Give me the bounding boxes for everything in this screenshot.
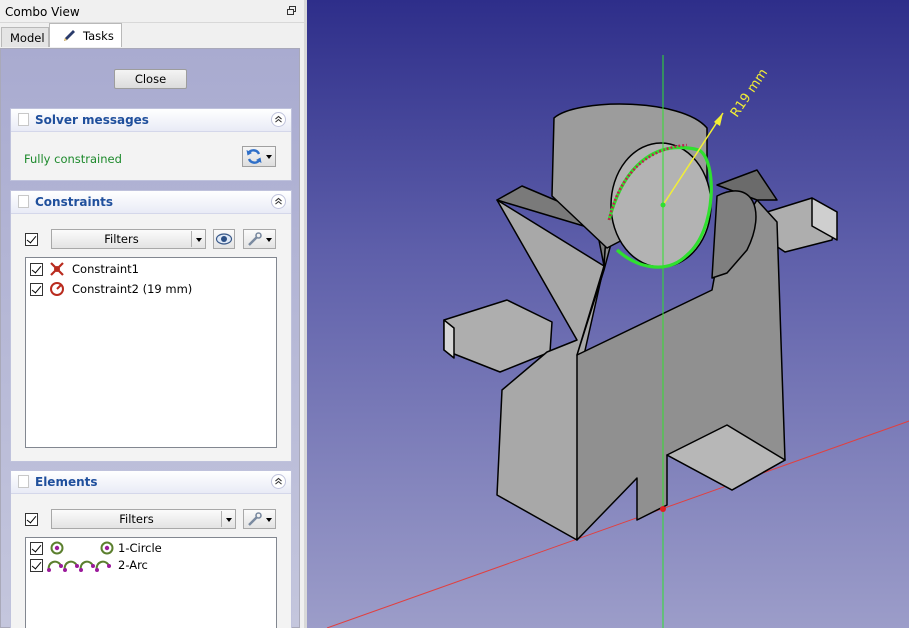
elements-filter-checkbox[interactable] [25, 513, 38, 526]
constraints-header[interactable]: Constraints [11, 191, 291, 214]
constraints-filter-label: Filters [104, 232, 139, 246]
elements-filter-label: Filters [119, 512, 154, 526]
dropdown-arrow-icon [196, 238, 202, 242]
refresh-icon [246, 149, 262, 164]
panel-page-icon [18, 195, 29, 208]
arc-element-checkbox[interactable] [30, 559, 43, 572]
dropdown-arrow-icon [226, 518, 232, 522]
dropdown-arrow-icon [266, 518, 272, 522]
combo-view-titlebar: Combo View [0, 0, 304, 23]
circle-element-checkbox[interactable] [30, 542, 43, 555]
list-item[interactable]: 1-Circle [30, 539, 270, 557]
arc-element-label: 2-Arc [118, 558, 148, 572]
wrench-icon [248, 512, 262, 526]
constraint1-label: Constraint1 [72, 262, 139, 276]
combo-view-panel: Combo View Model Tasks Close Solver mess… [0, 0, 304, 628]
arc-element-icon [47, 560, 111, 572]
constraints-list[interactable]: Constraint1 Constraint2 (19 mm) [25, 257, 277, 448]
radius-constraint-icon [50, 282, 64, 296]
panel-page-icon [18, 113, 29, 126]
tab-tasks[interactable]: Tasks [49, 23, 122, 47]
dropdown-separator [191, 231, 192, 247]
collapse-icon[interactable] [271, 112, 286, 127]
circle-center-point [660, 202, 666, 208]
elements-title: Elements [35, 475, 98, 489]
solver-messages-panel: Solver messages Fully constrained [10, 108, 292, 181]
elements-filter-dropdown[interactable]: Filters [51, 509, 236, 529]
tab-bar: Model Tasks [0, 22, 304, 48]
circle-element-icon [50, 541, 64, 555]
elements-panel: Elements Filters 1-Circle 2-Arc [10, 470, 292, 628]
panel-page-icon [18, 475, 29, 488]
tab-tasks-label: Tasks [83, 29, 114, 43]
circle-element-label: 1-Circle [118, 541, 162, 555]
elements-list[interactable]: 1-Circle 2-Arc [25, 537, 277, 628]
constraints-filter-checkbox[interactable] [25, 233, 38, 246]
pencil-icon [64, 30, 75, 41]
part-model[interactable] [443, 103, 838, 541]
constraints-filter-dropdown[interactable]: Filters [51, 229, 206, 249]
visibility-button[interactable] [213, 229, 235, 249]
constraint2-checkbox[interactable] [30, 283, 43, 296]
dropdown-arrow-icon [266, 238, 272, 242]
constraints-settings-button[interactable] [243, 229, 276, 249]
constraints-panel: Constraints Filters Constraint1 Constrai… [10, 190, 292, 462]
solver-messages-title: Solver messages [35, 113, 149, 127]
collapse-icon[interactable] [271, 474, 286, 489]
float-window-icon[interactable] [287, 6, 296, 15]
solver-status-text: Fully constrained [24, 152, 122, 166]
constraint1-checkbox[interactable] [30, 263, 43, 276]
list-item[interactable]: 2-Arc [30, 556, 270, 574]
coincident-constraint-icon [50, 262, 64, 276]
radius-dimension-label: R19 mm [728, 66, 771, 120]
task-area: Close Solver messages Fully constrained … [0, 48, 300, 628]
3d-viewport[interactable]: R19 mm [304, 0, 909, 628]
tab-model[interactable]: Model [1, 27, 49, 47]
collapse-icon[interactable] [271, 194, 286, 209]
dropdown-separator [221, 511, 222, 527]
3d-scene[interactable]: R19 mm [307, 0, 909, 628]
origin-point [660, 506, 666, 512]
dropdown-arrow-icon [266, 155, 272, 159]
solver-messages-header[interactable]: Solver messages [11, 109, 291, 132]
list-item[interactable]: Constraint2 (19 mm) [30, 280, 270, 298]
list-item[interactable]: Constraint1 [30, 260, 270, 278]
combo-view-title: Combo View [5, 5, 80, 19]
circle-element-icon [100, 541, 114, 555]
close-button[interactable]: Close [114, 69, 187, 89]
wrench-icon [248, 232, 262, 246]
constraint2-label: Constraint2 (19 mm) [72, 282, 193, 296]
elements-header[interactable]: Elements [11, 471, 291, 494]
elements-settings-button[interactable] [243, 509, 276, 529]
solver-update-button[interactable] [242, 146, 276, 167]
eye-icon [215, 233, 233, 245]
constraints-title: Constraints [35, 195, 114, 209]
